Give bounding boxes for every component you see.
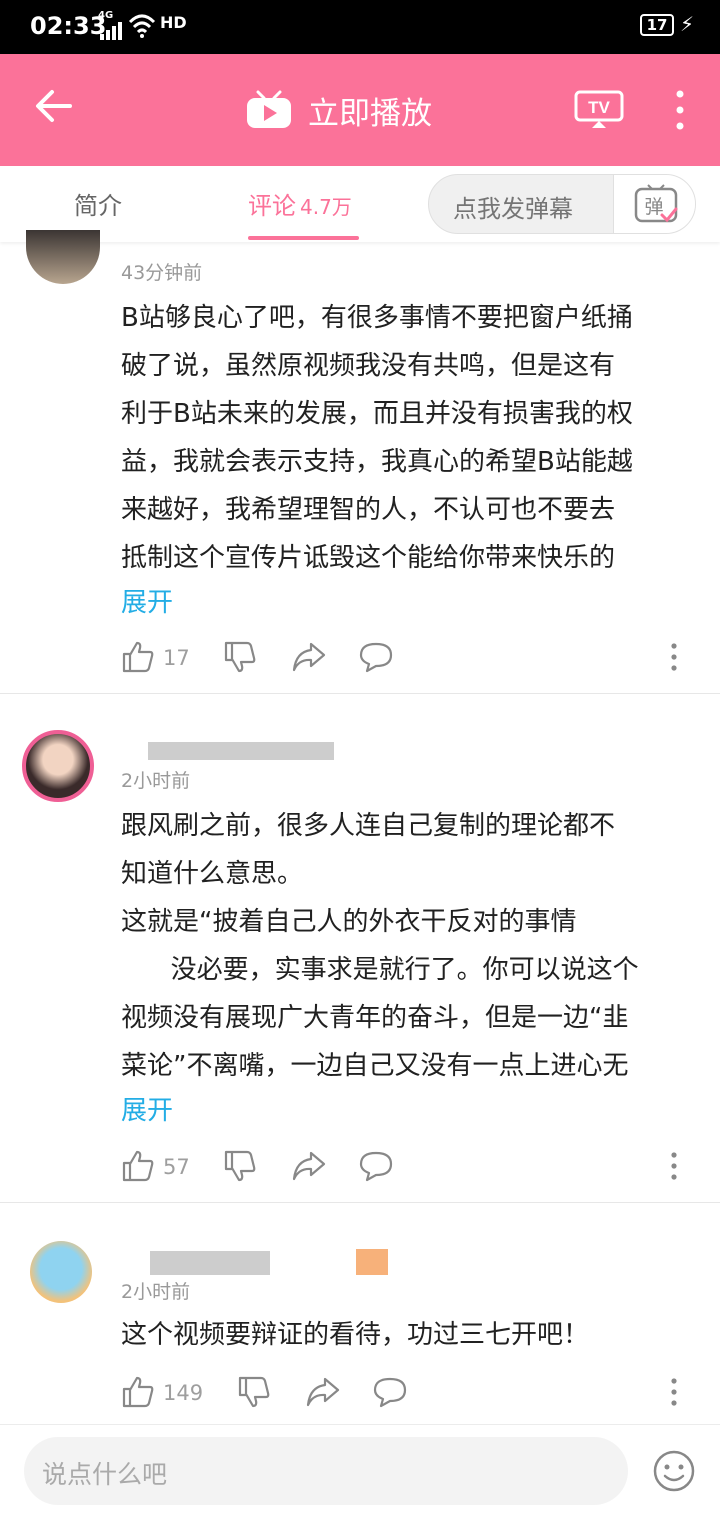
expand-link[interactable]: 展开 bbox=[121, 582, 173, 619]
avatar[interactable] bbox=[22, 730, 94, 802]
thumbs-down-icon[interactable] bbox=[237, 1375, 271, 1409]
thumbs-up-icon[interactable] bbox=[121, 1149, 155, 1183]
play-now-label: 立即播放 bbox=[308, 95, 432, 132]
more-options-icon[interactable] bbox=[667, 640, 681, 674]
wifi-icon bbox=[128, 14, 156, 38]
comment-input-placeholder: 说点什么吧 bbox=[42, 1460, 168, 1489]
status-bar: 02:33 4G HD 17 ⚡ bbox=[0, 0, 720, 54]
comment-time: 2小时前 bbox=[121, 1281, 191, 1303]
comment-body: 跟风刷之前，很多人连自己复制的理论都不 知道什么意思。 这就是“披着自己人的外衣… bbox=[121, 811, 639, 1081]
comment-input-bar: 说点什么吧 bbox=[0, 1424, 720, 1521]
danmaku-input[interactable]: 点我发弹幕 弹 bbox=[428, 174, 696, 234]
tab-bar: 简介 评论 4.7万 点我发弹幕 弹 bbox=[0, 166, 720, 242]
comment-actions: 149 bbox=[121, 1375, 701, 1415]
comment-body: 这个视频要辩证的看待，功过三七开吧！ bbox=[121, 1320, 590, 1350]
svg-text:TV: TV bbox=[588, 98, 610, 117]
avatar[interactable] bbox=[30, 1241, 92, 1303]
danmaku-toggle-button[interactable]: 弹 bbox=[613, 175, 695, 233]
more-options-icon[interactable] bbox=[667, 1149, 681, 1183]
avatar[interactable] bbox=[26, 230, 100, 284]
emoji-icon[interactable] bbox=[652, 1449, 696, 1493]
comment-item: 2小时前 跟风刷之前，很多人连自己复制的理论都不 知道什么意思。 这就是“披着自… bbox=[0, 694, 720, 1202]
comment-bubble-icon[interactable] bbox=[373, 1375, 407, 1409]
share-icon[interactable] bbox=[291, 1149, 327, 1183]
hd-indicator: HD bbox=[160, 13, 187, 32]
comment-body: B站够良心了吧，有很多事情不要把窗户纸捅 破了说，虽然原视频我没有共鸣，但是这有… bbox=[121, 303, 633, 573]
redacted-badge bbox=[356, 1249, 388, 1275]
expand-link[interactable]: 展开 bbox=[121, 1090, 173, 1127]
play-now-button[interactable]: 立即播放 bbox=[246, 80, 432, 140]
tab-comments-label: 评论 bbox=[248, 192, 296, 220]
comment-actions: 17 bbox=[121, 640, 701, 680]
thumbs-down-icon[interactable] bbox=[223, 640, 257, 674]
comment-count: 4.7万 bbox=[300, 195, 352, 219]
play-icon bbox=[247, 90, 291, 128]
thumbs-up-icon[interactable] bbox=[121, 640, 155, 674]
active-tab-indicator bbox=[248, 236, 359, 240]
more-options-icon[interactable] bbox=[667, 1375, 681, 1409]
share-icon[interactable] bbox=[305, 1375, 341, 1409]
comment-time: 43分钟前 bbox=[121, 262, 203, 284]
like-count: 17 bbox=[163, 646, 190, 670]
redacted-username bbox=[150, 1251, 270, 1275]
danmaku-icon: 弹 bbox=[634, 184, 678, 223]
like-count: 149 bbox=[163, 1381, 204, 1405]
comment-time: 2小时前 bbox=[121, 770, 191, 792]
comment-actions: 57 bbox=[121, 1149, 701, 1189]
thumbs-up-icon[interactable] bbox=[121, 1375, 155, 1409]
tv-cast-icon[interactable]: TV bbox=[574, 90, 624, 130]
app-bar: 立即播放 TV bbox=[0, 54, 720, 166]
danmaku-placeholder: 点我发弹幕 bbox=[453, 195, 573, 223]
charging-icon: ⚡ bbox=[680, 12, 695, 36]
comment-item: 43分钟前 B站够良心了吧，有很多事情不要把窗户纸捅 破了说，虽然原视频我没有共… bbox=[0, 230, 720, 692]
signal-icon bbox=[100, 22, 122, 40]
network-type: 4G bbox=[98, 10, 114, 21]
tab-comments[interactable]: 评论 4.7万 bbox=[248, 186, 352, 221]
comment-bubble-icon[interactable] bbox=[359, 640, 393, 674]
comment-input[interactable]: 说点什么吧 bbox=[24, 1437, 628, 1505]
status-time: 02:33 bbox=[30, 12, 107, 40]
battery-icon: 17 bbox=[640, 14, 674, 36]
redacted-username bbox=[148, 742, 334, 760]
tab-intro[interactable]: 简介 bbox=[74, 186, 122, 221]
thumbs-down-icon[interactable] bbox=[223, 1149, 257, 1183]
tab-intro-label: 简介 bbox=[74, 192, 122, 220]
comment-bubble-icon[interactable] bbox=[359, 1149, 393, 1183]
like-count: 57 bbox=[163, 1155, 190, 1179]
more-vertical-icon[interactable] bbox=[666, 88, 694, 132]
share-icon[interactable] bbox=[291, 640, 327, 674]
comment-item: 2小时前 这个视频要辩证的看待，功过三七开吧！ 149 bbox=[0, 1203, 720, 1423]
back-arrow-icon[interactable] bbox=[34, 86, 74, 126]
